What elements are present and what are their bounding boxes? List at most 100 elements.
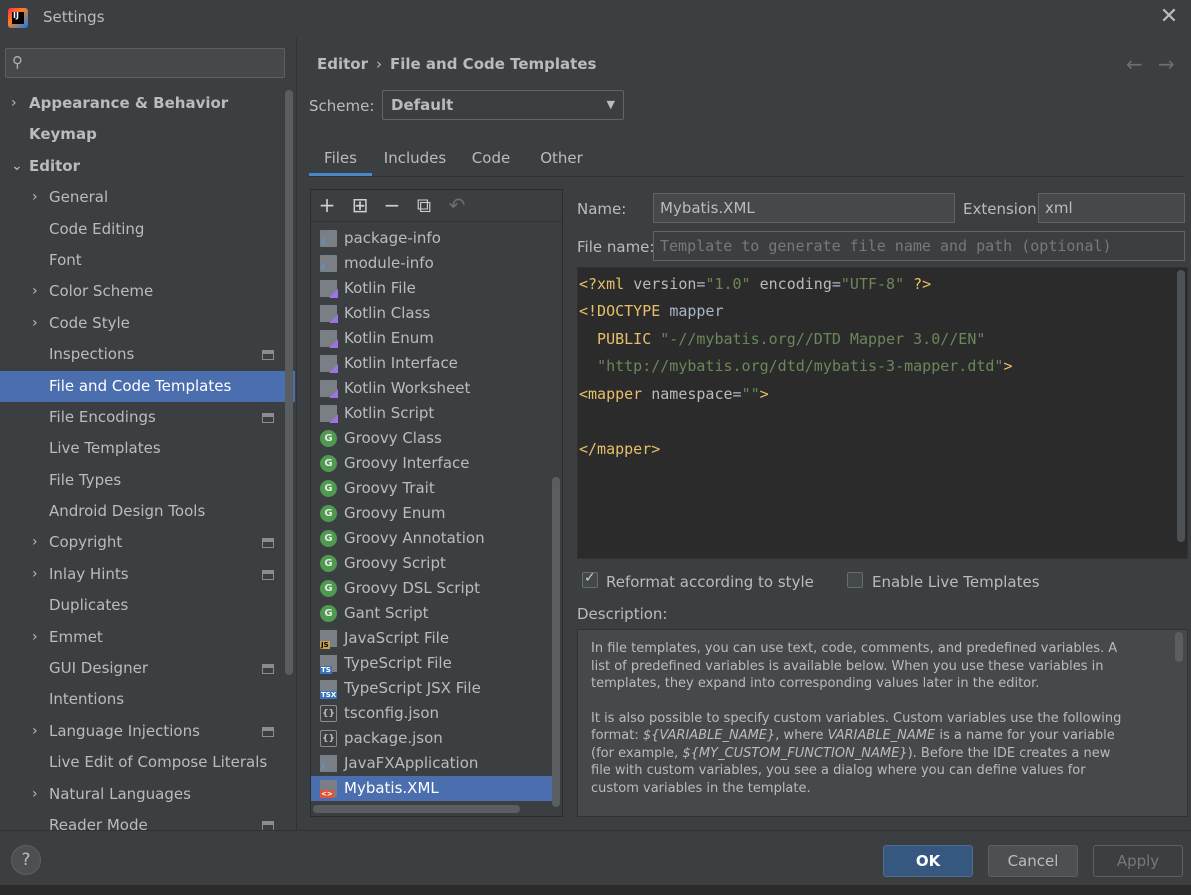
chevron-right-icon[interactable]: › (32, 527, 38, 558)
sidebar-item-file-encodings[interactable]: File Encodings (0, 402, 296, 433)
template-list-item[interactable]: G Groovy Script (311, 551, 554, 576)
filename-field[interactable]: Template to generate file name and path … (653, 231, 1185, 261)
help-button[interactable]: ? (11, 845, 41, 875)
template-list-item[interactable]: G Groovy Annotation (311, 526, 554, 551)
sidebar-item-duplicates[interactable]: Duplicates (0, 590, 296, 621)
name-label: Name: (577, 200, 627, 218)
sidebar-item-code-editing[interactable]: Code Editing (0, 214, 296, 245)
template-code-editor[interactable]: <?xml version="1.0" encoding="UTF-8" ?> … (577, 267, 1188, 559)
tab-code[interactable]: Code (463, 140, 519, 176)
tab-includes[interactable]: Includes (376, 140, 454, 176)
sidebar-item-editor[interactable]: ⌄ Editor (0, 151, 296, 182)
chevron-right-icon[interactable]: › (32, 182, 38, 213)
template-list-item[interactable]: Kotlin Script (311, 401, 554, 426)
splitter[interactable] (296, 38, 297, 830)
sidebar-item-color-scheme[interactable]: › Color Scheme (0, 276, 296, 307)
description-scrollbar[interactable] (1175, 632, 1183, 662)
sidebar-scrollbar[interactable] (285, 90, 293, 675)
extension-field[interactable]: xml (1038, 193, 1185, 223)
template-list-item[interactable]: Kotlin Class (311, 301, 554, 326)
forward-arrow-icon[interactable]: → (1158, 52, 1175, 76)
add-icon[interactable]: + (315, 193, 339, 217)
template-list-hscrollbar[interactable] (313, 805, 520, 813)
back-arrow-icon[interactable]: ← (1126, 52, 1143, 76)
chevron-right-icon[interactable]: › (32, 622, 38, 653)
reformat-label[interactable]: Reformat according to style (606, 573, 814, 591)
copy-icon[interactable]: ⧉ (412, 193, 436, 217)
template-list-item[interactable]: module-info (311, 251, 554, 276)
chevron-right-icon[interactable]: › (32, 276, 38, 307)
template-list-item[interactable]: <> Mybatis.XML (311, 776, 554, 801)
reset-icon[interactable]: ↶ (445, 193, 469, 217)
chevron-right-icon[interactable]: › (32, 779, 38, 810)
sidebar-item-intentions[interactable]: Intentions (0, 684, 296, 715)
template-list-item[interactable]: Kotlin Worksheet (311, 376, 554, 401)
sidebar-item-natural-languages[interactable]: › Natural Languages (0, 779, 296, 810)
template-list-item[interactable]: G Groovy Enum (311, 501, 554, 526)
template-list-item[interactable]: G Gant Script (311, 601, 554, 626)
template-list-item[interactable]: JS JavaScript File (311, 626, 554, 651)
sidebar-item-appearance-behavior[interactable]: › Appearance & Behavior (0, 88, 296, 119)
chevron-right-icon[interactable]: › (32, 716, 38, 747)
template-label: Groovy Annotation (344, 529, 485, 547)
kotlin-file-icon (320, 280, 338, 298)
sidebar-item-reader-mode[interactable]: Reader Mode (0, 810, 296, 830)
template-list-item[interactable]: {} package.json (311, 726, 554, 751)
editor-scrollbar[interactable] (1177, 270, 1185, 542)
project-scope-icon (262, 538, 274, 549)
sidebar-item-keymap[interactable]: Keymap (0, 119, 296, 150)
live-templates-checkbox[interactable] (847, 572, 863, 588)
template-list-item[interactable]: G Groovy Trait (311, 476, 554, 501)
template-list-item[interactable]: Kotlin Interface (311, 351, 554, 376)
sidebar-item-file-types[interactable]: File Types (0, 465, 296, 496)
live-templates-label[interactable]: Enable Live Templates (872, 573, 1040, 591)
sidebar-item-file-and-code-templates[interactable]: File and Code Templates (0, 370, 295, 402)
sidebar-item-live-templates[interactable]: Live Templates (0, 433, 296, 464)
template-list-item[interactable]: package-info (311, 226, 554, 251)
close-icon[interactable]: ✕ (1157, 6, 1181, 30)
tab-other[interactable]: Other (529, 140, 594, 176)
template-list-item[interactable]: Kotlin Enum (311, 326, 554, 351)
apply-button[interactable]: Apply (1093, 845, 1183, 877)
template-label: Mybatis.XML (344, 779, 439, 797)
template-list-item[interactable]: JavaFXApplication (311, 751, 554, 776)
extension-label: Extension: (963, 200, 1042, 218)
sidebar-item-font[interactable]: Font (0, 245, 296, 276)
ok-button[interactable]: OK (883, 845, 973, 877)
template-list-item[interactable]: G Groovy Class (311, 426, 554, 451)
name-field[interactable]: Mybatis.XML (653, 193, 955, 223)
tab-files[interactable]: Files (309, 140, 372, 176)
settings-search-input[interactable]: ⚲ (5, 48, 285, 78)
template-list-item[interactable]: Kotlin File (311, 276, 554, 301)
template-list-item[interactable]: TSX TypeScript JSX File (311, 676, 554, 701)
breadcrumb-parent[interactable]: Editor (317, 55, 368, 73)
chevron-down-icon[interactable]: ⌄ (11, 151, 23, 182)
sidebar-item-android-design-tools[interactable]: Android Design Tools (0, 496, 296, 527)
scheme-dropdown[interactable]: Default ▼ (382, 90, 624, 120)
remove-icon[interactable]: − (380, 193, 404, 217)
sidebar-item-code-style[interactable]: › Code Style (0, 308, 296, 339)
filename-label: File name: (577, 238, 655, 256)
chevron-right-icon[interactable]: › (32, 559, 38, 590)
reformat-checkbox[interactable] (582, 570, 598, 588)
chevron-right-icon[interactable]: › (11, 88, 17, 119)
sidebar-item-live-edit-of-compose-literals[interactable]: Live Edit of Compose Literals (0, 747, 296, 778)
sidebar-item-copyright[interactable]: › Copyright (0, 527, 296, 558)
template-list-vscrollbar[interactable] (552, 477, 560, 807)
fx-file-icon (320, 755, 337, 775)
chevron-right-icon[interactable]: › (32, 308, 38, 339)
template-list-item[interactable]: {} tsconfig.json (311, 701, 554, 726)
template-list-item[interactable]: G Groovy Interface (311, 451, 554, 476)
sidebar-item-inspections[interactable]: Inspections (0, 339, 296, 370)
template-list-item[interactable]: G Groovy DSL Script (311, 576, 554, 601)
sidebar-item-general[interactable]: › General (0, 182, 296, 213)
ts-file-icon: TS (320, 655, 337, 674)
groovy-file-icon: G (320, 580, 337, 597)
sidebar-item-gui-designer[interactable]: GUI Designer (0, 653, 296, 684)
add-child-icon[interactable]: ⊞ (348, 193, 372, 217)
sidebar-item-emmet[interactable]: › Emmet (0, 622, 296, 653)
sidebar-item-inlay-hints[interactable]: › Inlay Hints (0, 559, 296, 590)
sidebar-item-language-injections[interactable]: › Language Injections (0, 716, 296, 747)
template-list-item[interactable]: TS TypeScript File (311, 651, 554, 676)
cancel-button[interactable]: Cancel (988, 845, 1078, 877)
